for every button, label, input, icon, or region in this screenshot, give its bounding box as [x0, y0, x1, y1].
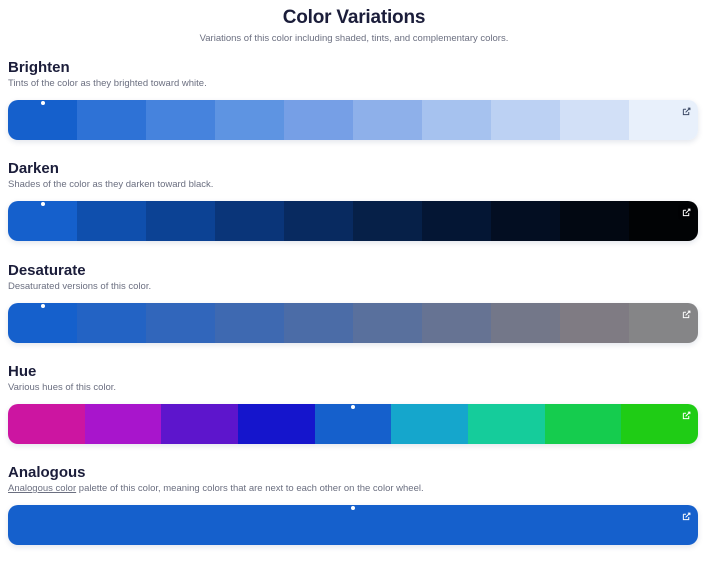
- darken-section: Darken Shades of the color as they darke…: [8, 160, 698, 241]
- darken-swatch-1[interactable]: [8, 201, 77, 241]
- current-color-marker: [40, 101, 45, 105]
- desaturate-swatch-9[interactable]: [560, 303, 629, 343]
- desaturate-title: Desaturate: [8, 262, 86, 279]
- brighten-swatch-3[interactable]: [146, 100, 215, 140]
- page-title: Color Variations: [282, 7, 426, 28]
- current-color-marker: [351, 506, 355, 510]
- hue-swatch-3[interactable]: [161, 404, 239, 444]
- hue-swatch-7[interactable]: [468, 404, 545, 444]
- darken-swatch-bar: [8, 201, 698, 241]
- current-color-marker: [40, 304, 45, 308]
- edit-external-icon: [682, 107, 691, 116]
- hue-swatch-2[interactable]: [84, 404, 162, 444]
- darken-description: Shades of the color as they darken towar…: [8, 179, 214, 190]
- hue-swatch-bar: [8, 404, 698, 444]
- desaturate-swatch-5[interactable]: [284, 303, 353, 343]
- analogous-color-link[interactable]: Analogous color: [8, 483, 76, 494]
- brighten-description: Tints of the color as they brighted towa…: [8, 78, 207, 89]
- darken-swatch-8[interactable]: [491, 201, 560, 241]
- edit-external-icon: [682, 208, 691, 217]
- darken-swatch-9[interactable]: [560, 201, 629, 241]
- darken-title: Darken: [8, 160, 59, 177]
- brighten-swatch-5[interactable]: [284, 100, 353, 140]
- current-color-marker: [351, 405, 356, 409]
- desaturate-swatch-3[interactable]: [146, 303, 215, 343]
- hue-swatch-8[interactable]: [544, 404, 622, 444]
- brighten-swatch-2[interactable]: [77, 100, 146, 140]
- brighten-swatch-8[interactable]: [491, 100, 560, 140]
- desaturate-swatch-bar: [8, 303, 698, 343]
- brighten-swatch-1[interactable]: [8, 100, 77, 140]
- analogous-description: Analogous color palette of this color, m…: [8, 483, 698, 495]
- darken-swatch-3[interactable]: [146, 201, 215, 241]
- edit-external-icon: [682, 310, 691, 319]
- analogous-swatch-1[interactable]: [8, 505, 698, 545]
- darken-swatch-7[interactable]: [422, 201, 491, 241]
- desaturate-swatch-2[interactable]: [77, 303, 146, 343]
- desaturate-edit-button[interactable]: [678, 306, 694, 322]
- desaturate-swatch-1[interactable]: [8, 303, 77, 343]
- brighten-edit-button[interactable]: [678, 103, 694, 119]
- analogous-section: Analogous Analogous color palette of thi…: [8, 464, 698, 545]
- edit-external-icon: [682, 411, 691, 420]
- page-subtitle: Variations of this color including shade…: [199, 33, 509, 44]
- analogous-swatch-bar: [8, 505, 698, 545]
- desaturate-swatch-4[interactable]: [215, 303, 284, 343]
- page-header: Color Variations Variations of this colo…: [0, 7, 708, 44]
- desaturate-swatch-7[interactable]: [422, 303, 491, 343]
- brighten-section: Brighten Tints of the color as they brig…: [8, 59, 698, 140]
- analogous-edit-button[interactable]: [678, 508, 694, 524]
- hue-swatch-6[interactable]: [391, 404, 469, 444]
- darken-swatch-2[interactable]: [77, 201, 146, 241]
- hue-swatch-5[interactable]: [314, 404, 392, 444]
- hue-section: Hue Various hues of this color.: [8, 363, 698, 444]
- desaturate-swatch-6[interactable]: [353, 303, 422, 343]
- brighten-swatch-7[interactable]: [422, 100, 491, 140]
- analogous-title: Analogous: [8, 464, 86, 481]
- edit-external-icon: [682, 512, 691, 521]
- hue-swatch-4[interactable]: [238, 404, 315, 444]
- desaturate-section: Desaturate Desaturated versions of this …: [8, 262, 698, 343]
- current-color-marker: [40, 202, 45, 206]
- darken-swatch-4[interactable]: [215, 201, 284, 241]
- brighten-swatch-4[interactable]: [215, 100, 284, 140]
- darken-edit-button[interactable]: [678, 204, 694, 220]
- hue-title: Hue: [8, 363, 37, 380]
- brighten-title: Brighten: [8, 59, 70, 76]
- analogous-description-text: palette of this color, meaning colors th…: [76, 483, 424, 494]
- desaturate-description: Desaturated versions of this color.: [8, 281, 152, 292]
- brighten-swatch-bar: [8, 100, 698, 140]
- brighten-swatch-9[interactable]: [560, 100, 629, 140]
- hue-description: Various hues of this color.: [8, 382, 117, 393]
- hue-swatch-1[interactable]: [8, 404, 85, 444]
- hue-edit-button[interactable]: [678, 407, 694, 423]
- desaturate-swatch-8[interactable]: [491, 303, 560, 343]
- brighten-swatch-6[interactable]: [353, 100, 422, 140]
- darken-swatch-5[interactable]: [284, 201, 353, 241]
- darken-swatch-6[interactable]: [353, 201, 422, 241]
